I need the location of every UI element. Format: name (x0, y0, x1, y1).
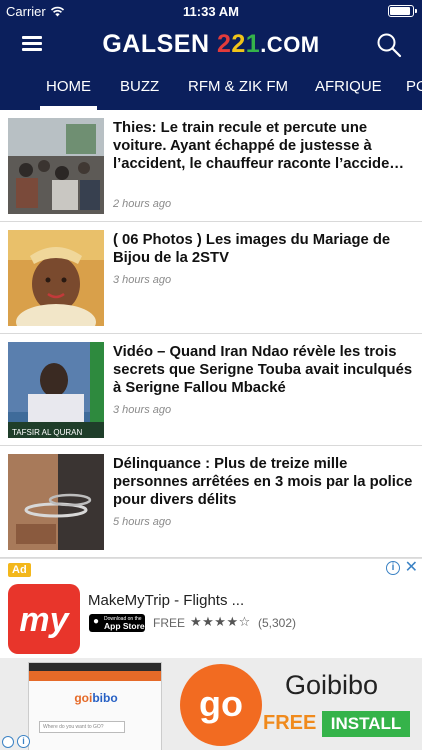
article-headline: ( 06 Photos ) Les images du Mariage de B… (113, 231, 422, 267)
article-thumbnail (8, 118, 104, 214)
headline-line: Vidéo – Quand Iran Ndao révèle les trois (113, 344, 397, 360)
article-item[interactable]: Thies: Le train recule et percute une vo… (0, 110, 422, 222)
tab-po[interactable]: PO (406, 66, 422, 110)
article-headline: Délinquance : Plus de treize mille perso… (113, 455, 422, 509)
ad-banner-makemytrip[interactable]: Ad i ✕ my MakeMyTrip - Flights ... ● Dow… (0, 558, 422, 658)
article-item[interactable]: Délinquance : Plus de treize mille perso… (0, 446, 422, 558)
ad-close-icon[interactable] (2, 736, 14, 748)
headline-line: pour divers délits (113, 492, 237, 508)
thumbnail-caption: TAFSIR AL QURAN (12, 428, 82, 437)
rating-count: (5,302) (258, 616, 297, 630)
mini-logo-part: goi (74, 691, 93, 705)
apple-icon: ● (93, 616, 100, 627)
goibibo-mini-logo: goibibo (29, 691, 163, 705)
ad-price: FREE (263, 712, 317, 734)
app-store-badge[interactable]: ● Download on the App Store (89, 614, 145, 632)
logo-digit-2b: 2 (231, 30, 246, 58)
tab-home[interactable]: HOME (40, 66, 97, 110)
article-thumbnail: TAFSIR AL QURAN (8, 342, 104, 438)
ad-app-name: Goibibo (285, 670, 379, 700)
app-logo: GALSEN 221.COM (0, 30, 422, 59)
tab-afrique[interactable]: AFRIQUE (315, 66, 382, 110)
headline-line: secrets que Serigne Touba avait inculqué… (113, 362, 413, 378)
article-time: 5 hours ago (113, 516, 172, 528)
battery-icon (388, 5, 417, 17)
status-bar: Carrier 11:33 AM (0, 0, 422, 22)
tab-rfm-zik-fm[interactable]: RFM & ZIK FM (188, 66, 288, 110)
store-name: App Store (104, 621, 145, 631)
makemytrip-logo: my (8, 584, 80, 654)
logo-text: GALSEN (102, 30, 217, 58)
headline-line: voiture. Ayant échappé de justesse à (113, 138, 372, 154)
headline-line: l’accident, le chauffeur raconte l’accid… (113, 156, 405, 172)
nav-bar: GALSEN 221.COM (0, 22, 422, 66)
ad-close-icon[interactable]: ✕ (405, 559, 418, 576)
ad-info-icon[interactable]: i (17, 735, 30, 748)
article-item[interactable]: ( 06 Photos ) Les images du Mariage de B… (0, 222, 422, 334)
category-tabs: HOME BUZZ RFM & ZIK FM AFRIQUE PO (0, 66, 422, 110)
headline-line: personnes arrêtées en 3 mois par la poli… (113, 474, 413, 490)
article-thumbnail (8, 454, 104, 550)
mini-search-field: Where do you want to GO? (39, 721, 125, 733)
article-time: 3 hours ago (113, 404, 172, 416)
article-headline: Thies: Le train recule et percute une vo… (113, 119, 422, 173)
ad-price: FREE (153, 616, 186, 630)
rating-stars-icon: ★★★★☆ (190, 614, 251, 629)
phone-screenshot: goibibo Where do you want to GO? (28, 662, 162, 750)
clock: 11:33 AM (183, 4, 239, 19)
ad-banner-goibibo[interactable]: goibibo Where do you want to GO? go Goib… (0, 658, 422, 750)
mini-logo-part: bibo (92, 691, 118, 705)
logo-digit-1: 1 (245, 30, 261, 58)
headline-line: Thies: Le train recule et percute une (113, 120, 368, 136)
article-headline: Vidéo – Quand Iran Ndao révèle les trois… (113, 343, 422, 397)
search-icon[interactable] (376, 32, 402, 58)
ad-badge: Ad (8, 563, 31, 577)
article-time: 3 hours ago (113, 274, 172, 286)
goibibo-logo: go (180, 664, 262, 746)
logo-digit-2a: 2 (216, 30, 232, 58)
article-item[interactable]: TAFSIR AL QURAN Vidéo – Quand Iran Ndao … (0, 334, 422, 446)
headline-line: Délinquance : Plus de treize mille (113, 456, 348, 472)
headline-line: à Serigne Fallou Mbacké (113, 380, 286, 396)
install-button[interactable]: INSTALL (322, 711, 410, 737)
article-thumbnail (8, 230, 104, 326)
headline-line: ( 06 Photos ) Les images du Mariage de (113, 232, 391, 248)
ad-title: MakeMyTrip - Flights ... (88, 592, 245, 609)
headline-line: Bijou de la 2STV (113, 250, 229, 266)
article-time: 2 hours ago (113, 198, 172, 210)
logo-domain: .COM (260, 32, 320, 57)
logo-lettering: my (19, 601, 70, 639)
tab-buzz[interactable]: BUZZ (120, 66, 159, 110)
ad-info-icon[interactable]: i (386, 561, 400, 575)
